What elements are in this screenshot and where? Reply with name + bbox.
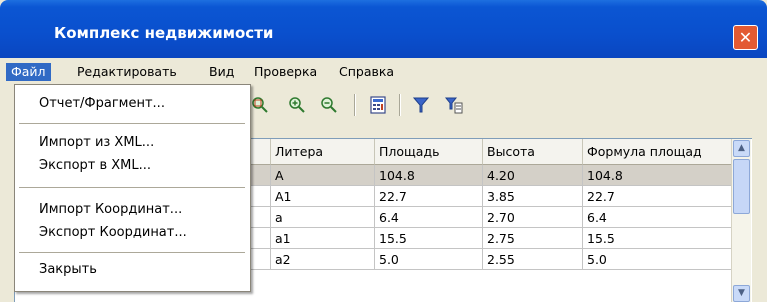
table-cell[interactable]: a	[271, 207, 375, 228]
window-title: Комплекс недвижимости	[54, 24, 274, 42]
menu-item-export-coordinates[interactable]: Экспорт Координат...	[39, 223, 187, 243]
menu-item-close[interactable]: Закрыть	[39, 260, 97, 280]
title-bar[interactable]: Комплекс недвижимости ✕	[0, 0, 767, 58]
table-cell[interactable]: 5.0	[375, 249, 483, 270]
table-cell[interactable]: 2.55	[483, 249, 583, 270]
table-cell[interactable]: 5.0	[583, 249, 733, 270]
zoom-in-icon[interactable]	[287, 95, 307, 115]
toolbar-separator	[399, 94, 401, 116]
menu-separator	[19, 123, 245, 124]
table-cell[interactable]: A1	[271, 186, 375, 207]
filter-icon[interactable]	[411, 95, 431, 115]
table-cell[interactable]: a2	[271, 249, 375, 270]
menu-item-import-xml[interactable]: Импорт из XML...	[39, 133, 154, 153]
menu-help[interactable]: Справка	[334, 63, 399, 81]
menu-bar: Файл Редактировать Вид Проверка Справка	[6, 58, 761, 84]
menu-check[interactable]: Проверка	[249, 63, 322, 81]
menu-separator	[19, 252, 245, 253]
table-cell[interactable]: 4.20	[483, 165, 583, 186]
menu-file[interactable]: Файл	[6, 63, 51, 81]
column-header[interactable]: Площадь	[375, 139, 483, 165]
vertical-scrollbar[interactable]: ▲ ▼	[731, 139, 751, 302]
table-cell[interactable]: 6.4	[375, 207, 483, 228]
app-window: Комплекс недвижимости ✕ Файл Редактирова…	[0, 0, 767, 302]
filter-settings-icon[interactable]	[444, 95, 464, 115]
table-cell[interactable]: 6.4	[583, 207, 733, 228]
menu-item-report[interactable]: Отчет/Фрагмент...	[39, 94, 165, 114]
column-header[interactable]: Формула площад	[583, 139, 733, 165]
zoom-out-icon[interactable]	[319, 95, 339, 115]
close-button[interactable]: ✕	[733, 25, 758, 50]
file-menu-dropdown: Отчет/Фрагмент... Импорт из XML... Экспо…	[14, 84, 251, 292]
toolbar-separator	[354, 94, 356, 116]
scrollbar-thumb[interactable]	[733, 159, 750, 214]
menu-view[interactable]: Вид	[204, 63, 239, 81]
table-cell[interactable]: 3.85	[483, 186, 583, 207]
table-cell[interactable]: 2.70	[483, 207, 583, 228]
table-cell[interactable]: A	[271, 165, 375, 186]
table-cell[interactable]: 22.7	[375, 186, 483, 207]
zoom-extent-icon[interactable]	[250, 95, 270, 115]
table-cell[interactable]: 2.75	[483, 228, 583, 249]
table-cell[interactable]: 22.7	[583, 186, 733, 207]
column-header[interactable]: Высота	[483, 139, 583, 165]
table-cell[interactable]: 104.8	[583, 165, 733, 186]
column-header[interactable]: Литера	[271, 139, 375, 165]
scroll-down-button[interactable]: ▼	[733, 285, 750, 302]
calculator-icon[interactable]	[368, 95, 388, 115]
menu-item-import-coordinates[interactable]: Импорт Координат...	[39, 200, 182, 220]
scroll-up-button[interactable]: ▲	[733, 140, 750, 157]
table-cell[interactable]: 15.5	[375, 228, 483, 249]
menu-edit[interactable]: Редактировать	[72, 63, 182, 81]
menu-item-export-xml[interactable]: Экспорт в XML...	[39, 156, 151, 176]
menu-separator	[19, 187, 245, 188]
table-cell[interactable]: 104.8	[375, 165, 483, 186]
table-cell[interactable]: 15.5	[583, 228, 733, 249]
table-cell[interactable]: a1	[271, 228, 375, 249]
